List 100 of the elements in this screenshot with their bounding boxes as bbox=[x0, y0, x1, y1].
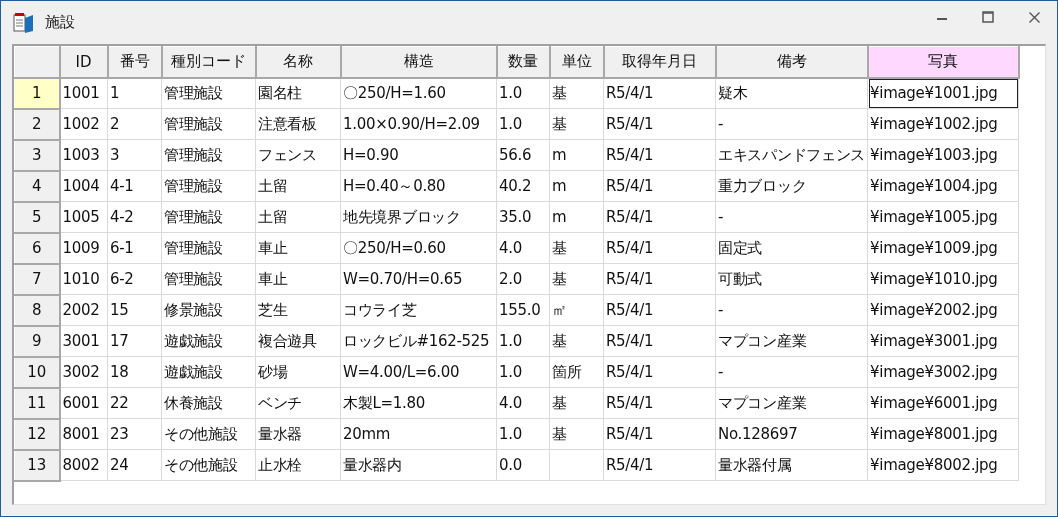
table-cell[interactable]: W=0.70/H=0.65 bbox=[340, 263, 497, 295]
column-header[interactable]: ID bbox=[59, 46, 108, 78]
table-cell[interactable]: 〇250/H=1.60 bbox=[340, 77, 497, 109]
table-cell[interactable]: 1.0 bbox=[496, 356, 550, 388]
table-cell[interactable]: 1001 bbox=[59, 77, 108, 109]
table-cell[interactable]: 修景施設 bbox=[161, 294, 256, 326]
table-cell[interactable]: 固定式 bbox=[715, 232, 868, 264]
column-header[interactable]: 名称 bbox=[255, 46, 341, 78]
table-cell[interactable]: No.128697 bbox=[715, 418, 868, 450]
table-cell[interactable]: R5/4/1 bbox=[603, 139, 716, 171]
table-cell[interactable]: 4-2 bbox=[107, 201, 162, 233]
table-cell[interactable]: コウライ芝 bbox=[340, 294, 497, 326]
table-cell[interactable]: 23 bbox=[107, 418, 162, 450]
column-header[interactable]: 取得年月日 bbox=[603, 46, 716, 78]
table-cell[interactable]: 3002 bbox=[59, 356, 108, 388]
table-cell[interactable]: ¥image¥8001.jpg bbox=[867, 418, 1019, 450]
row-header[interactable]: 2 bbox=[14, 108, 60, 140]
table-cell[interactable]: 1.0 bbox=[496, 108, 550, 140]
table-cell[interactable]: R5/4/1 bbox=[603, 263, 716, 295]
table-cell[interactable]: R5/4/1 bbox=[603, 201, 716, 233]
row-header[interactable]: 7 bbox=[14, 263, 60, 295]
table-cell[interactable]: 管理施設 bbox=[161, 232, 256, 264]
table-cell[interactable]: 2 bbox=[107, 108, 162, 140]
table-cell[interactable]: 15 bbox=[107, 294, 162, 326]
table-cell[interactable]: m bbox=[549, 139, 604, 171]
table-cell[interactable]: 複合遊具 bbox=[255, 325, 341, 357]
row-header[interactable]: 6 bbox=[14, 232, 60, 264]
column-header[interactable]: 構造 bbox=[340, 46, 497, 78]
column-header[interactable]: 種別コード bbox=[161, 46, 256, 78]
table-cell[interactable]: 18 bbox=[107, 356, 162, 388]
table-cell[interactable]: フェンス bbox=[255, 139, 341, 171]
table-cell[interactable]: ¥image¥1004.jpg bbox=[867, 170, 1019, 202]
column-header[interactable]: 単位 bbox=[549, 46, 604, 78]
table-cell[interactable]: 基 bbox=[549, 232, 604, 264]
table-cell[interactable]: ¥image¥1009.jpg bbox=[867, 232, 1019, 264]
table-cell[interactable]: 管理施設 bbox=[161, 77, 256, 109]
table-cell[interactable]: 休養施設 bbox=[161, 387, 256, 419]
table-cell[interactable]: 管理施設 bbox=[161, 263, 256, 295]
table-cell[interactable]: 地先境界ブロック bbox=[340, 201, 497, 233]
table-cell[interactable]: R5/4/1 bbox=[603, 294, 716, 326]
table-cell[interactable]: 20mm bbox=[340, 418, 497, 450]
table-cell[interactable]: 車止 bbox=[255, 263, 341, 295]
table-cell[interactable]: 管理施設 bbox=[161, 201, 256, 233]
table-cell[interactable]: R5/4/1 bbox=[603, 232, 716, 264]
close-icon[interactable] bbox=[1028, 11, 1040, 23]
table-cell[interactable]: 4.0 bbox=[496, 232, 550, 264]
table-cell[interactable]: R5/4/1 bbox=[603, 449, 716, 481]
table-cell[interactable]: 40.2 bbox=[496, 170, 550, 202]
table-cell[interactable]: 1010 bbox=[59, 263, 108, 295]
table-cell[interactable]: ¥image¥3001.jpg bbox=[867, 325, 1019, 357]
table-cell[interactable]: R5/4/1 bbox=[603, 418, 716, 450]
table-cell[interactable]: 17 bbox=[107, 325, 162, 357]
column-header[interactable]: 備考 bbox=[715, 46, 868, 78]
table-cell[interactable]: 56.6 bbox=[496, 139, 550, 171]
table-cell[interactable]: R5/4/1 bbox=[603, 108, 716, 140]
table-cell[interactable]: 止水栓 bbox=[255, 449, 341, 481]
table-cell[interactable]: 基 bbox=[549, 263, 604, 295]
table-cell[interactable]: 重力ブロック bbox=[715, 170, 868, 202]
row-header[interactable]: 11 bbox=[14, 387, 60, 419]
table-cell[interactable]: 35.0 bbox=[496, 201, 550, 233]
table-cell[interactable]: W=4.00/L=6.00 bbox=[340, 356, 497, 388]
row-header[interactable]: 4 bbox=[14, 170, 60, 202]
table-cell[interactable]: 4.0 bbox=[496, 387, 550, 419]
row-header[interactable]: 1 bbox=[14, 77, 60, 109]
table-cell[interactable]: 遊戯施設 bbox=[161, 325, 256, 357]
table-cell[interactable]: 車止 bbox=[255, 232, 341, 264]
row-header[interactable]: 3 bbox=[14, 139, 60, 171]
table-cell[interactable]: ¥image¥1010.jpg bbox=[867, 263, 1019, 295]
row-header[interactable]: 9 bbox=[14, 325, 60, 357]
table-cell[interactable]: 1.0 bbox=[496, 325, 550, 357]
table-cell[interactable]: ㎡ bbox=[549, 294, 604, 326]
table-cell[interactable]: 管理施設 bbox=[161, 170, 256, 202]
table-cell[interactable]: 1009 bbox=[59, 232, 108, 264]
table-cell[interactable]: 24 bbox=[107, 449, 162, 481]
column-header[interactable]: 番号 bbox=[107, 46, 162, 78]
maximize-icon[interactable] bbox=[982, 11, 994, 23]
table-cell[interactable]: エキスパンドフェンス bbox=[715, 139, 868, 171]
table-cell[interactable]: 砂場 bbox=[255, 356, 341, 388]
table-cell[interactable]: ベンチ bbox=[255, 387, 341, 419]
table-cell[interactable]: ¥image¥6001.jpg bbox=[867, 387, 1019, 419]
table-cell[interactable]: R5/4/1 bbox=[603, 170, 716, 202]
table-cell[interactable]: その他施設 bbox=[161, 449, 256, 481]
table-cell[interactable]: 基 bbox=[549, 77, 604, 109]
table-cell[interactable]: 6-1 bbox=[107, 232, 162, 264]
table-cell[interactable]: 2002 bbox=[59, 294, 108, 326]
table-cell[interactable]: ¥image¥2002.jpg bbox=[867, 294, 1019, 326]
table-cell[interactable]: 1.00×0.90/H=2.09 bbox=[340, 108, 497, 140]
table-cell[interactable]: 箇所 bbox=[549, 356, 604, 388]
table-cell[interactable]: - bbox=[715, 356, 868, 388]
table-cell[interactable]: m bbox=[549, 170, 604, 202]
table-cell[interactable]: - bbox=[715, 294, 868, 326]
table-cell[interactable]: R5/4/1 bbox=[603, 325, 716, 357]
table-cell[interactable]: 22 bbox=[107, 387, 162, 419]
table-cell[interactable]: ¥image¥3002.jpg bbox=[867, 356, 1019, 388]
table-cell[interactable]: 〇250/H=0.60 bbox=[340, 232, 497, 264]
table-cell[interactable]: 基 bbox=[549, 108, 604, 140]
table-cell[interactable]: 6-2 bbox=[107, 263, 162, 295]
table-cell[interactable]: 3001 bbox=[59, 325, 108, 357]
table-cell[interactable]: 量水器内 bbox=[340, 449, 497, 481]
table-cell[interactable]: マプコン産業 bbox=[715, 325, 868, 357]
